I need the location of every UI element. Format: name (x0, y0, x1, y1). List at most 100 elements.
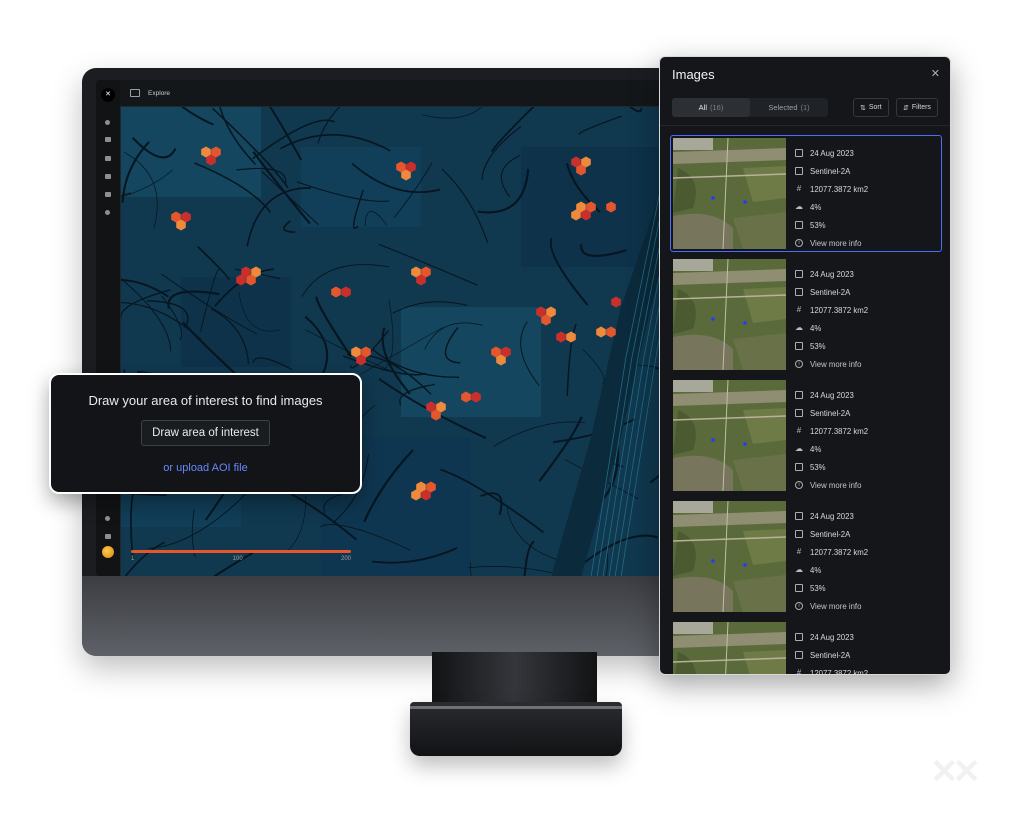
info-icon: i (795, 481, 803, 489)
image-card[interactable]: 24 Aug 2023 Sentinel-2A #12077.3872 km2 ☁ 4%… (670, 377, 942, 494)
density-slider[interactable]: 1 100 200 (131, 550, 351, 562)
meta-sensor: Sentinel-2A (795, 162, 868, 180)
satellite-thumbnail[interactable] (673, 138, 786, 249)
building-icon[interactable] (105, 192, 111, 197)
map-road (315, 296, 352, 358)
side-rail: ✕ (96, 80, 121, 576)
sort-icon: ⇅ (860, 104, 866, 112)
meta-date: 24 Aug 2023 (795, 628, 868, 646)
slider-track[interactable] (131, 550, 351, 553)
map-road (578, 115, 622, 136)
meta-more-value: View more info (810, 359, 862, 369)
satellite-thumbnail[interactable] (673, 622, 786, 674)
map-road (284, 495, 307, 554)
filters-button[interactable]: ⇵ Filters (896, 98, 938, 117)
map-road (269, 107, 303, 161)
map-density-hex (596, 326, 606, 338)
sort-label: Sort (868, 104, 882, 111)
image-card[interactable]: 24 Aug 2023 Sentinel-2A #12077.3872 km2 ☁ 4%… (670, 256, 942, 373)
meta-more[interactable]: i View more info (795, 355, 868, 373)
share-icon[interactable] (105, 174, 111, 179)
map-road (422, 107, 482, 119)
image-card[interactable]: 24 Aug 2023 Sentinel-2A #12077.3872 km2 (670, 619, 942, 675)
image-meta: 24 Aug 2023 Sentinel-2A #12077.3872 km2 (795, 628, 868, 675)
coverage-icon (795, 221, 803, 229)
info-icon: i (795, 602, 803, 610)
images-panel: Images ✕ All (16) Selected (1) ⇅ Sort ⇵ … (659, 56, 951, 675)
meta-more-value: View more info (810, 238, 862, 248)
slider-mid-label: 100 (232, 556, 243, 562)
calendar-icon (795, 391, 803, 399)
meta-date-value: 24 Aug 2023 (810, 148, 854, 158)
meta-area: #12077.3872 km2 (795, 301, 868, 319)
map-road (481, 125, 522, 180)
panel-divider (660, 125, 950, 126)
draw-aoi-button[interactable]: Draw area of interest (141, 420, 270, 446)
info-icon: i (795, 360, 803, 368)
image-list: 24 Aug 2023 Sentinel-2A #12077.3872 km2 ☁ 4%… (670, 135, 942, 675)
tab-selected-label: Selected (768, 103, 798, 112)
help-icon[interactable] (105, 516, 110, 521)
filters-icon: ⇵ (903, 104, 909, 112)
satellite-thumbnail[interactable] (673, 259, 786, 370)
aoi-title: Draw your area of interest to find image… (88, 393, 323, 408)
cloud-icon: ☁ (795, 444, 803, 453)
meta-coverage-value: 53% (810, 583, 826, 593)
meta-more[interactable]: i View more info (795, 597, 868, 615)
panel-title: Images (672, 67, 715, 82)
map-canvas[interactable]: 1 100 200 (121, 107, 668, 576)
meta-more[interactable]: i View more info (795, 476, 868, 494)
layers-icon[interactable] (105, 137, 111, 142)
sidebar-toggle-icon[interactable] (130, 89, 140, 97)
satellite-icon (795, 530, 803, 538)
meta-date: 24 Aug 2023 (795, 265, 868, 283)
upload-aoi-link[interactable]: or upload AOI file (51, 462, 360, 474)
app-logo[interactable]: ✕ (101, 88, 115, 102)
satellite-thumbnail[interactable] (673, 380, 786, 491)
top-bar: Explore (120, 80, 668, 107)
map-icon[interactable] (105, 156, 111, 161)
tab-selected[interactable]: Selected (1) (750, 98, 828, 117)
map-road (500, 155, 521, 198)
aoi-card: Draw your area of interest to find image… (49, 373, 362, 494)
monitor-base (410, 702, 622, 756)
tab-all-label: All (698, 103, 707, 112)
map-road (121, 279, 169, 298)
close-icon[interactable]: ✕ (931, 67, 940, 80)
meta-sensor-value: Sentinel-2A (810, 650, 851, 660)
tab-all-count: (16) (710, 103, 724, 112)
monitor-frame: ✕ Explore 1 100 200 (82, 68, 682, 656)
slider-min-label: 1 (131, 556, 135, 562)
meta-date: 24 Aug 2023 (795, 386, 868, 404)
meta-more[interactable]: i View more info (795, 234, 868, 252)
book-icon[interactable] (105, 534, 111, 539)
meta-date-value: 24 Aug 2023 (810, 269, 854, 279)
bell-icon[interactable] (105, 210, 110, 215)
map-road (477, 168, 530, 214)
satellite-thumbnail[interactable] (673, 501, 786, 612)
meta-sensor-value: Sentinel-2A (810, 166, 851, 176)
meta-area-value: 12077.3872 km2 (810, 184, 869, 194)
area-icon: # (796, 426, 802, 435)
image-meta: 24 Aug 2023 Sentinel-2A #12077.3872 km2 ☁ 4%… (795, 386, 868, 494)
map-graphic (121, 107, 668, 576)
meta-cloud: ☁ 4% (795, 440, 868, 458)
meta-cloud-value: 4% (810, 565, 822, 575)
meta-coverage-value: 53% (810, 462, 826, 472)
image-card[interactable]: 24 Aug 2023 Sentinel-2A #12077.3872 km2 ☁ 4%… (670, 498, 942, 615)
image-card[interactable]: 24 Aug 2023 Sentinel-2A #12077.3872 km2 ☁ 4%… (670, 135, 942, 252)
meta-cloud-value: 4% (810, 323, 822, 333)
map-road (467, 565, 553, 574)
avatar[interactable] (102, 546, 114, 558)
meta-sensor: Sentinel-2A (795, 646, 868, 664)
sort-button[interactable]: ⇅ Sort (853, 98, 889, 117)
map-road (121, 192, 132, 197)
search-icon[interactable] (105, 120, 110, 125)
map-road (523, 540, 535, 576)
area-icon: # (796, 668, 802, 675)
meta-sensor-value: Sentinel-2A (810, 287, 851, 297)
tab-all[interactable]: All (16) (672, 98, 750, 117)
page-title: Explore (148, 89, 171, 97)
map-road (628, 107, 643, 113)
map-road (582, 349, 605, 385)
